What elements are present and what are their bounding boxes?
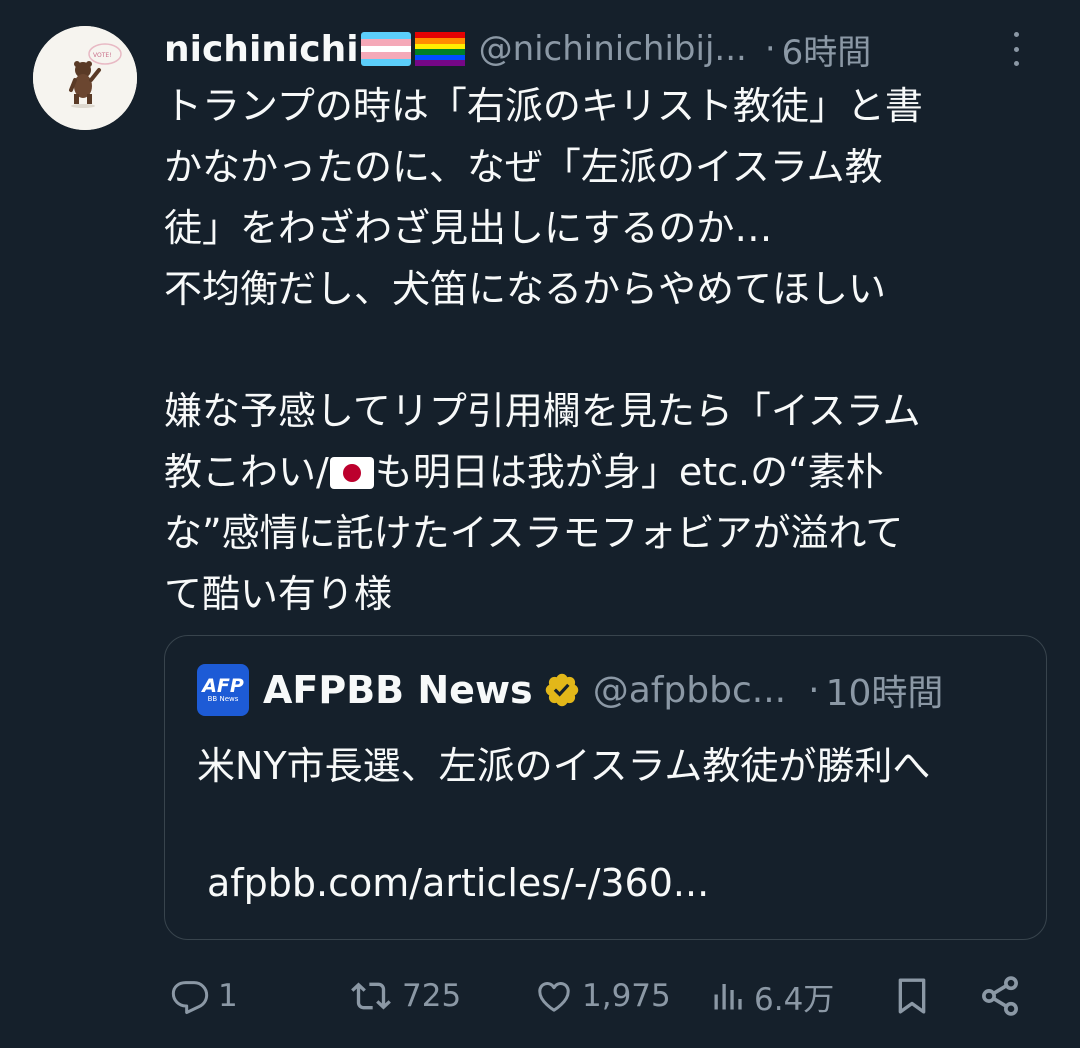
retweet-count: 725: [402, 978, 462, 1014]
japan-flag-icon: [329, 457, 374, 489]
tweet-text-line: 徒」をわざわざ見出しにするのか…: [164, 206, 773, 250]
tweet-text-line: かなかったのに、なぜ「左派のイスラム教: [164, 145, 883, 189]
tweet[interactable]: VOTE! nichinichi @nichinichibij... · 6時間…: [0, 0, 1080, 1048]
tweet-text-line: て酷い有り様: [164, 572, 393, 616]
bookmark-icon: [898, 978, 926, 1014]
retweet-button[interactable]: 725: [348, 966, 461, 1026]
rainbow-flag-icon: [414, 32, 465, 66]
analytics-icon: [714, 984, 742, 1010]
retweet-icon: [351, 982, 391, 1010]
quoted-tweet-text: 米NY市長選、左派のイスラム教徒が勝利へ: [197, 744, 931, 788]
quoted-tweet-link[interactable]: afpbb.com/articles/-/360...: [207, 858, 709, 908]
more-vertical-icon[interactable]: [1012, 32, 1020, 66]
avatar-badge-text: VOTE!: [93, 52, 112, 59]
like-count: 1,975: [582, 978, 671, 1014]
quoted-tweet-card[interactable]: AFP BB News AFPBB News @afpbbc... · 10時間…: [164, 635, 1047, 940]
bookmark-button[interactable]: [892, 966, 932, 1026]
tweet-text-fragment: も明日は我が身」etc.の“素朴: [374, 450, 884, 494]
share-icon: [982, 976, 1018, 1016]
author-display-name[interactable]: nichinichi: [164, 29, 359, 70]
views-count: 6.4万: [754, 981, 835, 1018]
quoted-handle[interactable]: @afpbbc...: [593, 670, 786, 711]
tweet-header: nichinichi @nichinichibij... · 6時間: [164, 24, 1060, 74]
tweet-text-line: トランプの時は「右派のキリスト教徒」と書: [164, 84, 923, 128]
separator-dot: ·: [808, 669, 820, 711]
tweet-text-line: 教こわい/も明日は我が身」etc.の“素朴: [164, 442, 1059, 503]
afp-logo-text: AFP: [202, 675, 244, 697]
tweet-text-line: 嫌な予感してリプ引用欄を見たら「イスラム: [164, 389, 921, 433]
reply-icon: [171, 981, 209, 1014]
quoted-post-time[interactable]: 10時間: [826, 664, 944, 716]
reply-count: 1: [218, 978, 238, 1014]
avatar[interactable]: VOTE!: [33, 26, 137, 130]
verified-gold-badge-icon: [543, 671, 581, 709]
reply-button[interactable]: 1: [170, 966, 238, 1026]
tweet-text-line: な”感情に託けたイスラモフォビアが溢れて: [164, 511, 904, 555]
share-button[interactable]: [978, 966, 1022, 1026]
avatar-image: VOTE!: [33, 26, 137, 130]
heart-icon: [538, 982, 570, 1012]
afp-logo[interactable]: AFP BB News: [197, 664, 249, 716]
quoted-tweet-header: AFP BB News AFPBB News @afpbbc... · 10時間: [197, 664, 1016, 716]
views-button[interactable]: 6.4万: [710, 966, 834, 1026]
separator-dot: ·: [764, 29, 776, 69]
quoted-display-name[interactable]: AFPBB News: [263, 668, 533, 712]
tweet-text-fragment: 教こわい/: [164, 450, 329, 494]
post-time[interactable]: 6時間: [782, 25, 872, 74]
transgender-flag-icon: [360, 32, 411, 66]
author-handle[interactable]: @nichinichibij...: [479, 29, 747, 69]
action-bar: 1 725 1,975 6.4万: [164, 966, 1044, 1026]
afp-logo-subtext: BB News: [207, 695, 239, 703]
tweet-text: トランプの時は「右派のキリスト教徒」と書 かなかったのに、なぜ「左派のイスラム教…: [164, 76, 1059, 625]
name-emoji-flags: [360, 32, 465, 66]
like-button[interactable]: 1,975: [534, 966, 671, 1026]
tweet-text-line: 不均衡だし、犬笛になるからやめてほしい: [164, 267, 887, 311]
